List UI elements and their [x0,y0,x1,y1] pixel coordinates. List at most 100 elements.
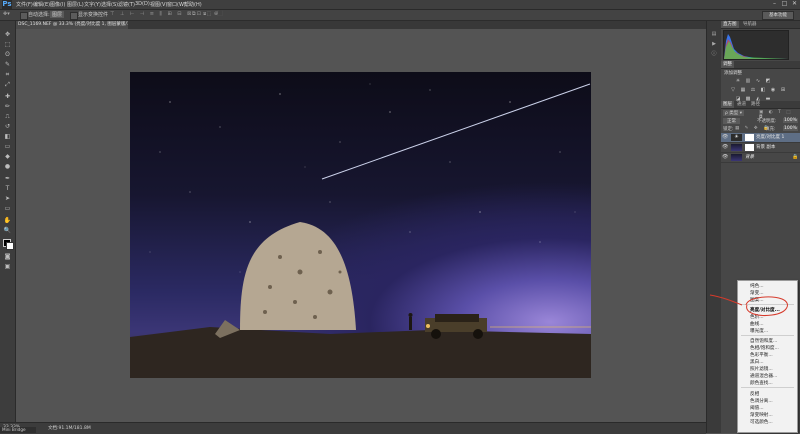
menu-item-channel-mixer[interactable]: 通道混合器... [750,373,777,379]
eraser-tool-icon[interactable]: ◧ [3,133,12,140]
menu-item-exposure[interactable]: 曝光度... [750,328,768,334]
menu-item-posterize[interactable]: 色调分离... [750,398,773,404]
stamp-tool-icon[interactable]: ⎍ [3,113,12,120]
menu-file[interactable]: 文件(F) [16,1,33,8]
lasso-tool-icon[interactable]: ʘ [3,51,12,58]
auto-select-label: 自动选择: [28,12,50,18]
layer-thumb [731,154,742,161]
eye-icon[interactable]: 👁 [722,144,728,150]
history-panel-icon[interactable]: ▤ [710,31,718,38]
black-white-icon[interactable]: ◧ [760,87,766,93]
brightness-icon[interactable]: ☀ [735,78,741,84]
menu-filter[interactable]: 滤镜(T) [118,1,135,8]
tab-paths[interactable]: 路径 [749,101,762,108]
layer-row-background[interactable]: 👁 背景 🔒 [721,153,800,163]
menu-edit[interactable]: 编辑(E) [33,1,50,8]
menu-item-vibrance[interactable]: 自然饱和度... [750,338,777,344]
annotation-arrow [709,294,743,306]
marquee-tool-icon[interactable]: ⬚ [3,41,12,48]
show-transform-label: 显示变换控件 [78,12,109,18]
eye-icon[interactable]: 👁 [722,154,728,160]
show-transform-checkbox[interactable] [70,12,78,20]
workspace-select[interactable]: 基本功能 [762,11,794,20]
menu-type[interactable]: 文字(Y) [84,1,101,8]
menu-item-photo-filter[interactable]: 照片滤镜... [750,366,773,372]
channel-mixer-icon[interactable]: ⊞ [780,87,786,93]
menu-image[interactable]: 图像(I) [50,1,65,8]
screen-mode-icon[interactable]: ▣ [3,263,12,270]
hand-tool-icon[interactable]: ✋ [3,217,12,224]
layer-mask-thumb[interactable] [745,134,754,141]
dodge-tool-icon[interactable]: ● [3,163,12,170]
move-tool-icon[interactable]: ✥ [3,31,12,38]
brush-tool-icon[interactable]: ✏ [3,103,12,110]
type-tool-icon[interactable]: T [3,185,12,192]
menu-view[interactable]: 视图(V) [150,1,167,8]
menu-item-gradient-map[interactable]: 渐变映射... [750,412,773,418]
healing-tool-icon[interactable]: ✚ [3,93,12,100]
opacity-label: 不透明度: [757,119,777,124]
menu-item-hue-saturation[interactable]: 色相/饱和度... [750,345,779,351]
blur-tool-icon[interactable]: ◆ [3,153,12,160]
menu-separator [741,335,794,336]
maximize-button[interactable]: □ [780,0,789,8]
quick-mask-icon[interactable]: ◙ [3,253,12,260]
photo-canvas[interactable] [130,72,591,378]
tab-navigator[interactable]: 导航器 [741,21,759,28]
crop-tool-icon[interactable]: ⌗ [3,71,12,78]
hue-saturation-icon[interactable]: ▦ [740,87,746,93]
properties-panel-icon[interactable]: ⓘ [710,51,718,58]
menu-3d[interactable]: 3D(D) [135,1,150,7]
minimize-button[interactable]: – [770,0,779,8]
menu-item-selective-color[interactable]: 可选颜色... [750,419,773,425]
opacity-value[interactable]: 100% [783,118,798,123]
fill-value[interactable]: 100% [783,126,798,131]
menu-item-black-white[interactable]: 黑白... [750,359,764,365]
zoom-tool-icon[interactable]: 🔍 [3,227,12,234]
photo-filter-icon[interactable]: ◉ [770,87,776,93]
menu-item-invert[interactable]: 反相 [750,391,759,397]
document-tab[interactable]: DSC_1169.NEF @ 33.3% (亮度/对比度 1, 图层蒙版/16)… [16,21,128,29]
menu-item-color-balance[interactable]: 色彩平衡... [750,352,773,358]
tab-histogram[interactable]: 直方图 [721,21,739,28]
mini-bridge-tab[interactable]: Mini Bridge [0,427,36,433]
distribute-icons[interactable]: ⧉ ⧈ ⊕ [192,11,221,17]
actions-panel-icon[interactable]: ▶ [710,41,718,48]
blend-mode-select[interactable]: 正常 [723,118,740,124]
layer-row-brightness[interactable]: 👁 ☀ 亮度/对比度 1 [721,133,800,143]
curves-icon[interactable]: ∿ [755,78,761,84]
menu-item-threshold[interactable]: 阈值... [750,405,764,411]
background-color-swatch[interactable] [6,242,14,250]
vibrance-icon[interactable]: ▽ [730,87,736,93]
shape-tool-icon[interactable]: ▭ [3,205,12,212]
menu-layer[interactable]: 图层(L) [67,1,84,8]
eyedropper-tool-icon[interactable]: ⤢ [3,81,12,88]
auto-select-checkbox[interactable] [20,12,28,20]
panel-dock-strip: ▤ ▶ ⓘ [706,21,721,433]
tab-adjustments[interactable]: 调整 [721,61,734,68]
auto-select-target[interactable]: 图层 [50,11,65,18]
options-bar: ✥▾ 自动选择: 图层 显示变换控件 ⊤ ⊥ ⊢ ⊣ ≡ ⫼ ⊞ ⊟ ⊠ ⊡ ⬚… [0,10,800,21]
pen-tool-icon[interactable]: ✒ [3,175,12,182]
menu-help[interactable]: 帮助(H) [184,1,202,8]
history-brush-tool-icon[interactable]: ↺ [3,123,12,130]
levels-icon[interactable]: ▥ [745,78,751,84]
path-select-tool-icon[interactable]: ➤ [3,195,12,202]
close-button[interactable]: ✕ [790,0,799,8]
color-balance-icon[interactable]: ⚖ [750,87,756,93]
quick-select-tool-icon[interactable]: ✎ [3,61,12,68]
night-sky-photo [130,83,591,378]
exposure-icon[interactable]: ◩ [765,78,771,84]
layers-tab-row: 图层 通道 路径 [721,101,800,109]
layer-row-background-copy[interactable]: 👁 背景 副本 [721,143,800,153]
menu-select[interactable]: 选择(S) [101,1,118,8]
move-tool-icon[interactable]: ✥▾ [3,11,10,17]
tab-layers[interactable]: 图层 [721,101,734,108]
layer-mask-thumb[interactable] [745,144,754,151]
gradient-tool-icon[interactable]: ▭ [3,143,12,150]
tab-channels[interactable]: 通道 [735,101,748,108]
layer-filter-kind[interactable]: ρ 类型 ▾ [723,110,744,116]
menu-item-color-lookup[interactable]: 颜色查找... [750,380,773,386]
eye-icon[interactable]: 👁 [722,134,728,140]
histogram-tab-row: 直方图 导航器 [721,21,800,29]
